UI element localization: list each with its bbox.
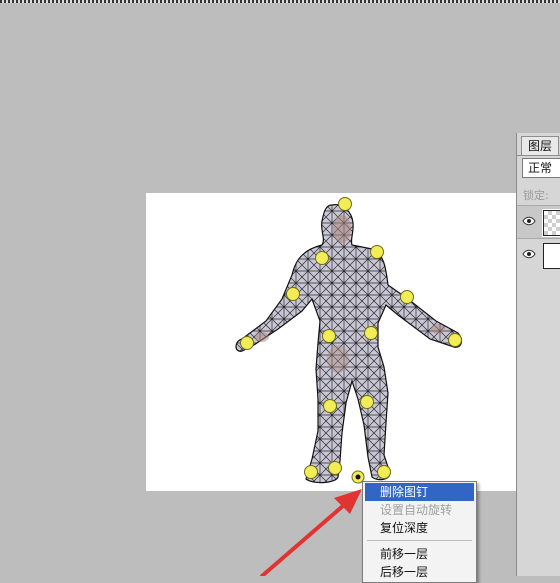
puppet-pin-icon[interactable] bbox=[323, 399, 337, 413]
puppet-pin-icon[interactable] bbox=[286, 287, 300, 301]
puppet-pin-icon[interactable] bbox=[328, 461, 342, 475]
context-menu: 删除图钉 设置自动旋转 复位深度 前移一层 后移一层 bbox=[362, 481, 477, 583]
puppet-pin-icon[interactable] bbox=[338, 197, 352, 211]
puppet-warp-figure[interactable] bbox=[146, 193, 516, 491]
top-ruler-edge bbox=[0, 0, 560, 3]
layer-thumbnail bbox=[542, 209, 560, 237]
puppet-pin-icon[interactable] bbox=[315, 251, 329, 265]
menu-item-reset-depth[interactable]: 复位深度 bbox=[365, 519, 474, 537]
layer-row[interactable] bbox=[517, 205, 560, 238]
layer-thumbnail bbox=[543, 243, 560, 269]
blend-mode-select[interactable]: 正常 bbox=[522, 158, 560, 178]
puppet-pin-icon[interactable] bbox=[360, 395, 374, 409]
menu-item-set-auto-rotate[interactable]: 设置自动旋转 bbox=[365, 501, 474, 519]
menu-item-move-backward[interactable]: 后移一层 bbox=[365, 563, 474, 581]
eye-icon[interactable] bbox=[522, 216, 536, 226]
warp-mesh[interactable] bbox=[235, 204, 463, 484]
document-canvas[interactable] bbox=[146, 193, 516, 491]
puppet-pin-icon[interactable] bbox=[377, 465, 391, 479]
layers-panel: 图层 正常 锁定: bbox=[516, 133, 560, 576]
puppet-pin-icon[interactable] bbox=[304, 465, 318, 479]
eye-icon[interactable] bbox=[522, 249, 536, 259]
tab-layers[interactable]: 图层 bbox=[521, 136, 560, 156]
puppet-pin-icon[interactable] bbox=[240, 336, 254, 350]
menu-separator bbox=[367, 540, 472, 541]
tab-divider bbox=[517, 155, 560, 156]
layer-row[interactable] bbox=[517, 238, 560, 271]
menu-item-delete-pin[interactable]: 删除图钉 bbox=[365, 483, 474, 501]
lock-label: 锁定: bbox=[523, 189, 549, 202]
puppet-pin-icon[interactable] bbox=[364, 326, 378, 340]
puppet-pin-icon[interactable] bbox=[322, 329, 336, 343]
puppet-pin-icon[interactable] bbox=[448, 333, 462, 347]
puppet-pin-icon[interactable] bbox=[400, 290, 414, 304]
puppet-pin-icon[interactable] bbox=[370, 245, 384, 259]
menu-item-move-forward[interactable]: 前移一层 bbox=[365, 545, 474, 563]
